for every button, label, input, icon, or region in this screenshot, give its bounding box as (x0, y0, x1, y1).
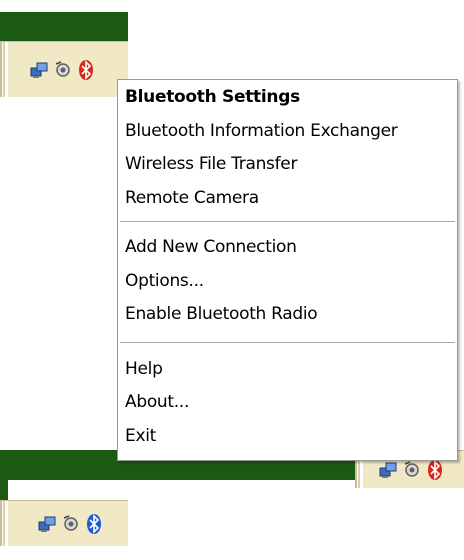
bluetooth-red-icon[interactable] (425, 458, 445, 482)
tray-grip (2, 42, 8, 97)
taskbar-top (0, 12, 128, 41)
system-tray-top (0, 41, 128, 97)
bluetooth-context-menu: Bluetooth Settings Bluetooth Information… (117, 79, 458, 461)
menu-item-exit[interactable]: Exit (118, 420, 457, 452)
speaker-volume-icon[interactable] (53, 58, 73, 82)
menu-item-add-new-connection[interactable]: Add New Connection (118, 231, 457, 263)
system-tray-bottom (0, 500, 128, 546)
menu-separator (120, 221, 455, 223)
menu-item-help[interactable]: Help (118, 353, 457, 385)
speaker-volume-icon[interactable] (61, 512, 81, 536)
menu-item-remote-camera[interactable]: Remote Camera (118, 182, 457, 214)
menu-item-about[interactable]: About... (118, 386, 457, 418)
menu-item-wireless-file-transfer[interactable]: Wireless File Transfer (118, 148, 457, 180)
menu-item-options[interactable]: Options... (118, 265, 457, 297)
tray-grip (2, 501, 8, 546)
network-computers-icon[interactable] (38, 512, 58, 536)
menu-separator (120, 342, 455, 344)
network-computers-icon[interactable] (30, 58, 50, 82)
bluetooth-blue-icon[interactable] (84, 512, 104, 536)
network-computers-icon[interactable] (379, 458, 399, 482)
taskbar-bottom (0, 480, 8, 500)
menu-item-bluetooth-settings[interactable]: Bluetooth Settings (118, 81, 457, 113)
menu-item-bluetooth-information-exchanger[interactable]: Bluetooth Information Exchanger (118, 115, 457, 147)
screenshot-stage: Bluetooth Settings Bluetooth Information… (0, 0, 464, 560)
speaker-volume-icon[interactable] (402, 458, 422, 482)
menu-item-enable-bluetooth-radio[interactable]: Enable Bluetooth Radio (118, 298, 457, 330)
bluetooth-red-icon[interactable] (76, 58, 96, 82)
